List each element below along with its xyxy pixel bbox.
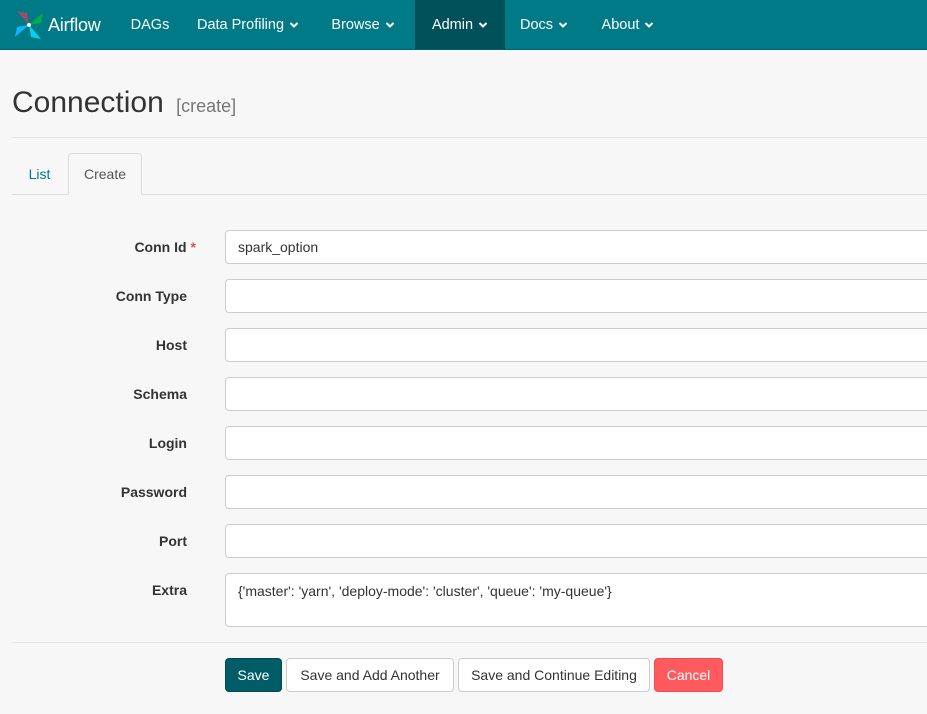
form-divider	[12, 642, 927, 643]
save-and-add-another-button[interactable]: Save and Add Another	[286, 658, 454, 692]
nav-dags[interactable]: DAGs	[118, 0, 182, 49]
tab-list[interactable]: List	[12, 153, 67, 194]
page-title: Connection [create]	[12, 86, 236, 120]
page-subtitle: [create]	[176, 96, 237, 116]
host-input[interactable]	[225, 328, 927, 362]
top-navbar: Airflow DAGs Data Profiling Browse Admin…	[0, 0, 927, 50]
login-input[interactable]	[225, 426, 927, 460]
chevron-down-icon	[289, 21, 299, 28]
airflow-pinwheel-icon	[13, 9, 45, 41]
nav-docs-label: Docs	[519, 16, 554, 33]
conn-id-input[interactable]: spark_option	[225, 230, 927, 264]
conn-type-input[interactable]	[225, 279, 927, 313]
extra-textarea[interactable]: {'master': 'yarn', 'deploy-mode': 'clust…	[225, 573, 927, 627]
nav-about[interactable]: About	[588, 0, 668, 49]
schema-label: Schema	[133, 386, 187, 402]
nav-data-profiling-label: Data Profiling	[196, 16, 285, 33]
port-input[interactable]	[225, 524, 927, 558]
nav-browse-label: Browse	[331, 16, 380, 33]
conn-id-label-text: Conn Id	[134, 239, 187, 255]
required-marker: *	[190, 239, 196, 255]
brand-link[interactable]: Airflow	[13, 8, 101, 42]
brand-name: Airflow	[48, 14, 101, 35]
login-label: Login	[148, 435, 187, 451]
password-label: Password	[120, 484, 187, 500]
cancel-button[interactable]: Cancel	[654, 658, 723, 692]
title-divider	[12, 137, 927, 138]
tab-create[interactable]: Create	[68, 153, 142, 195]
chevron-down-icon	[558, 21, 568, 28]
nav-data-profiling[interactable]: Data Profiling	[184, 0, 312, 49]
nav-admin[interactable]: Admin	[415, 0, 505, 49]
conn-id-label: Conn Id *	[134, 239, 196, 255]
page-title-text: Connection	[12, 86, 164, 119]
nav-dags-label: DAGs	[130, 16, 170, 33]
nav-about-label: About	[601, 16, 640, 33]
nav-admin-label: Admin	[431, 16, 474, 33]
chevron-down-icon	[645, 21, 654, 28]
nav-browse[interactable]: Browse	[318, 0, 408, 49]
save-and-continue-editing-button[interactable]: Save and Continue Editing	[458, 658, 650, 692]
chevron-down-icon	[385, 21, 394, 28]
tabs-divider	[12, 194, 927, 195]
save-button[interactable]: Save	[225, 658, 282, 692]
password-input[interactable]	[225, 475, 927, 509]
nav-docs[interactable]: Docs	[505, 0, 583, 49]
extra-label: Extra	[151, 582, 187, 598]
port-label: Port	[159, 533, 187, 549]
chevron-down-icon	[478, 21, 488, 28]
schema-input[interactable]	[225, 377, 927, 411]
host-label: Host	[155, 337, 187, 353]
conn-type-label: Conn Type	[115, 288, 187, 304]
